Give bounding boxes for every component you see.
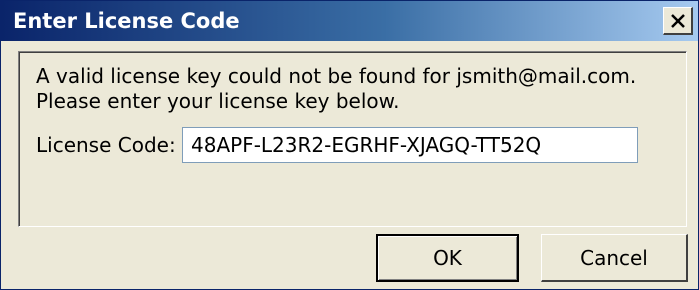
license-code-input[interactable] [182,127,638,163]
license-dialog: Enter License Code A valid license key c… [0,0,699,290]
close-button[interactable] [663,7,693,35]
cancel-button[interactable]: Cancel [541,234,688,282]
title-bar[interactable]: Enter License Code [1,1,698,41]
message-line-2: Please enter your license key below. [36,89,400,113]
dialog-title: Enter License Code [13,9,240,33]
message-line-1: A valid license key could not be found f… [36,64,637,88]
ok-button[interactable]: OK [376,234,519,282]
license-code-label: License Code: [36,133,176,157]
